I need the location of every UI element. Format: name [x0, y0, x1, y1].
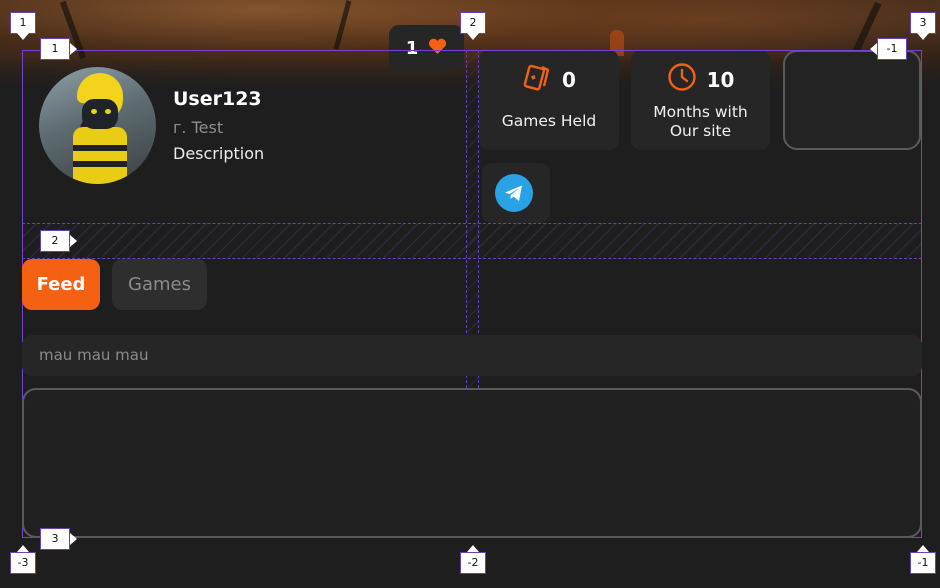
stat-card-months: 10 Months with Our site: [631, 50, 770, 150]
grid-marker-col-neg2: -2: [460, 545, 486, 574]
grid-line: [22, 223, 922, 224]
user-description: Description: [173, 144, 265, 163]
grid-line: [22, 50, 922, 51]
months-label-line2: Our site: [669, 122, 732, 140]
telegram-link[interactable]: [482, 163, 550, 223]
avatar: [39, 67, 156, 184]
post-input[interactable]: mau mau mau: [22, 335, 922, 376]
grid-marker-row-2: 2: [40, 230, 77, 252]
months-value: 10: [706, 67, 735, 92]
tab-feed[interactable]: Feed: [22, 259, 100, 310]
banner-tree: [333, 0, 352, 50]
grid-marker-col-neg3: -3: [10, 545, 36, 574]
months-label-line1: Months with: [653, 103, 748, 121]
cards-icon: [522, 62, 552, 97]
likes-count: 1: [405, 37, 419, 59]
username: User123: [173, 88, 262, 110]
grid-marker-row-neg1: -1: [870, 38, 907, 60]
empty-stat-card: [783, 50, 921, 150]
grid-marker-row-3: 3: [40, 528, 77, 550]
feed-content: [22, 388, 922, 538]
grid-marker-row-1: 1: [40, 38, 77, 60]
games-held-value: 0: [562, 67, 576, 92]
stat-card-games-held: 0 Games Held: [479, 50, 619, 150]
user-city: г. Test: [173, 118, 224, 137]
grid-marker-col-3: 3: [910, 12, 936, 40]
games-held-label: Games Held: [501, 112, 597, 130]
grid-gutter-row: [22, 223, 922, 258]
tab-games[interactable]: Games: [112, 259, 207, 310]
grid-marker-col-2: 2: [460, 12, 486, 40]
clock-icon: [667, 62, 697, 97]
heart-icon: [428, 38, 447, 59]
grid-marker-col-neg1: -1: [910, 545, 936, 574]
likes-badge[interactable]: 1: [389, 25, 464, 71]
months-label: Months with Our site: [631, 103, 770, 141]
telegram-icon: [495, 174, 533, 212]
grid-marker-col-1: 1: [10, 12, 36, 40]
